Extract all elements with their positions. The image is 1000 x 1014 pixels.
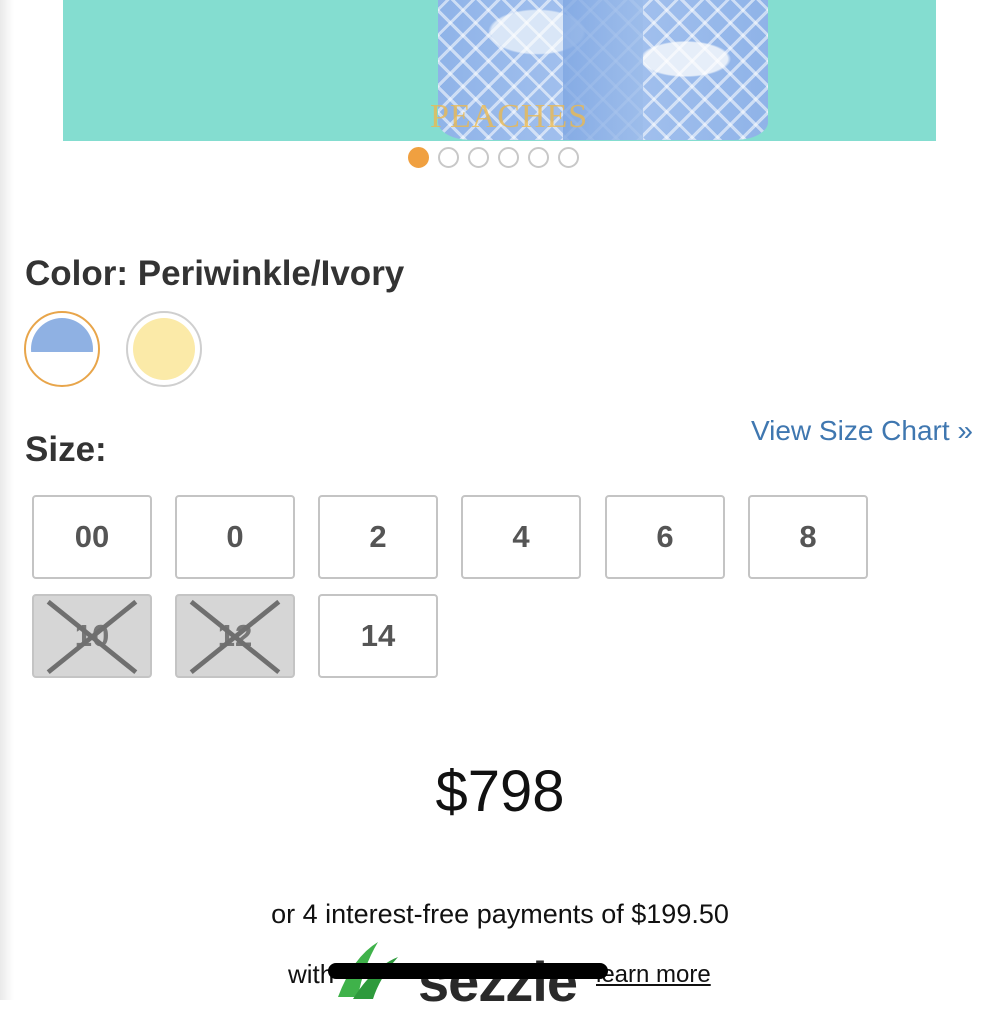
size-option-4[interactable]: 4 [461,495,581,579]
learn-more-link[interactable]: learn more [596,961,711,989]
product-price: $798 [435,759,565,824]
unavailable-cross-icon [189,599,281,675]
carousel-dot[interactable] [558,147,579,168]
carousel-dot[interactable] [528,147,549,168]
installment-text: or 4 interest-free payments of $199.50 [271,899,729,929]
size-option-10-unavailable: 10 [32,594,152,678]
carousel-dots [408,147,579,168]
size-label: Size: [25,430,107,469]
sezzle-banner: with sezzle learn more [288,942,718,1013]
swatch-fill [133,318,195,380]
size-option-6[interactable]: 6 [605,495,725,579]
color-swatch-ivory[interactable] [126,311,202,387]
sezzle-logo: sezzle [418,950,578,1013]
size-option-2[interactable]: 2 [318,495,438,579]
color-label: Color: Periwinkle/Ivory [25,254,405,293]
swatch-fill [31,318,93,380]
size-option-14[interactable]: 14 [318,594,438,678]
carousel-dot[interactable] [498,147,519,168]
carousel-dot[interactable] [468,147,489,168]
carousel-dot[interactable] [438,147,459,168]
size-option-00[interactable]: 00 [32,495,152,579]
product-image[interactable]: PEACHES [63,0,936,141]
brand-watermark: PEACHES [430,98,589,135]
unavailable-cross-icon [46,599,138,675]
view-size-chart-link[interactable]: View Size Chart » [751,415,973,447]
size-option-12-unavailable: 12 [175,594,295,678]
page-left-edge [0,0,14,1000]
redaction-mark [328,963,608,979]
size-option-0[interactable]: 0 [175,495,295,579]
carousel-dot[interactable] [408,147,429,168]
size-option-8[interactable]: 8 [748,495,868,579]
color-swatch-periwinkle-ivory[interactable] [24,311,100,387]
